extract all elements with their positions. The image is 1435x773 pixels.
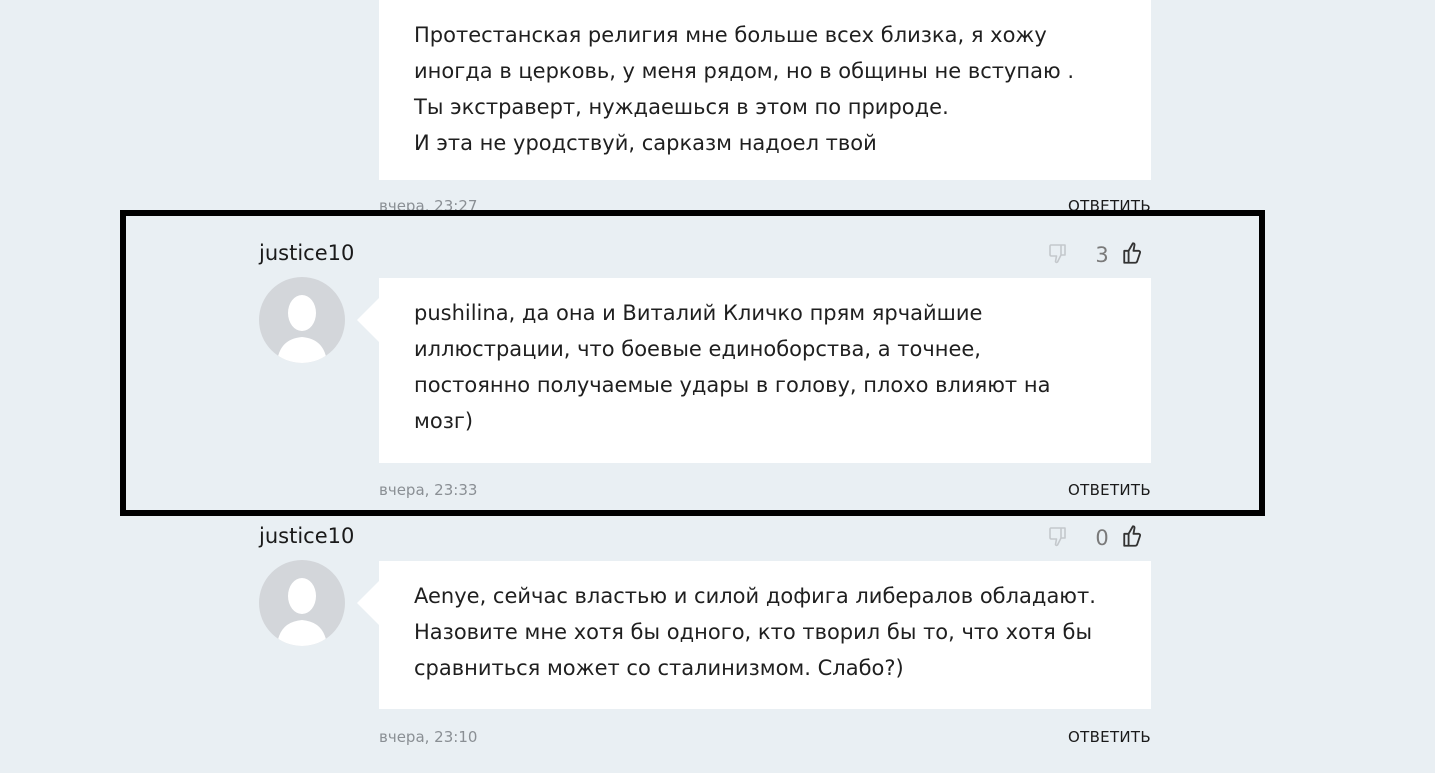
reply-button[interactable]: ОТВЕТИТЬ: [1068, 196, 1151, 216]
comment-bubble: Aenye, сейчас властью и силой дофига либ…: [357, 561, 1151, 709]
vote-count: 0: [1095, 526, 1109, 550]
comment-timestamp: вчера, 23:33: [379, 481, 478, 499]
vote-count: 3: [1095, 243, 1109, 267]
comment-timestamp: вчера, 23:10: [379, 728, 478, 746]
thumbs-up-icon[interactable]: [1121, 523, 1147, 549]
thumbs-up-icon[interactable]: [1121, 240, 1147, 266]
comment-bubble: pushilina, да она и Виталий Кличко прям …: [357, 278, 1151, 463]
thumbs-down-icon[interactable]: [1048, 242, 1072, 266]
thumbs-down-icon[interactable]: [1048, 525, 1072, 549]
comment-timestamp: вчера, 23:27: [379, 197, 478, 215]
comments-thread: Протестанская религия мне больше всех бл…: [0, 0, 1435, 773]
user-silhouette-icon: [277, 578, 327, 646]
comment-text: pushilina, да она и Виталий Кличко прям …: [414, 301, 1051, 433]
vote-controls: 3: [1048, 242, 1148, 268]
comment-author[interactable]: justice10: [259, 523, 354, 549]
comment-meta: вчера, 23:10 ОТВЕТИТЬ: [379, 727, 1151, 747]
comment-bubble: Протестанская религия мне больше всех бл…: [379, 0, 1151, 180]
comment-meta: вчера, 23:33 ОТВЕТИТЬ: [379, 480, 1151, 500]
user-silhouette-icon: [277, 295, 327, 363]
comment-text: Протестанская религия мне больше всех бл…: [414, 23, 1075, 155]
comment-meta: вчера, 23:27 ОТВЕТИТЬ: [379, 196, 1151, 216]
reply-button[interactable]: ОТВЕТИТЬ: [1068, 480, 1151, 500]
vote-controls: 0: [1048, 525, 1148, 551]
comment-text: Aenye, сейчас властью и силой дофига либ…: [414, 584, 1096, 680]
reply-button[interactable]: ОТВЕТИТЬ: [1068, 727, 1151, 747]
comment-author[interactable]: justice10: [259, 240, 354, 266]
avatar[interactable]: [259, 277, 345, 363]
avatar[interactable]: [259, 560, 345, 646]
